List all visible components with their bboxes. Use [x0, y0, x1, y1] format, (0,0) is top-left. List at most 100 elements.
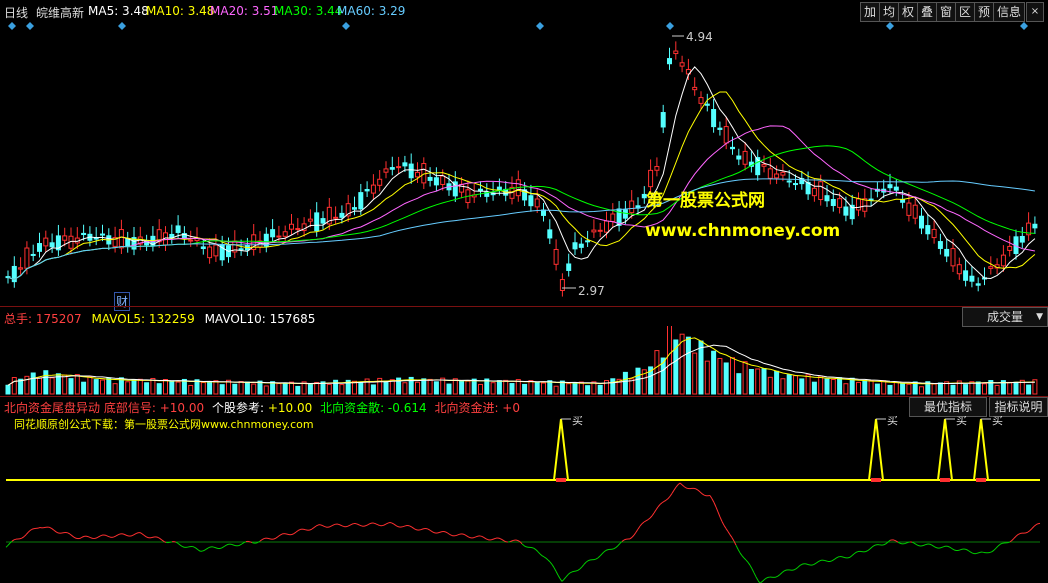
oscillator-segment: [605, 549, 609, 551]
candlestick: [307, 218, 313, 222]
event-diamond-icon: [666, 22, 674, 30]
oscillator-segment: [425, 528, 429, 530]
toolbar-overlay-button[interactable]: 叠: [917, 2, 937, 22]
oscillator-segment: [181, 545, 185, 548]
oscillator-segment: [113, 535, 117, 538]
volume-bar: [767, 376, 773, 395]
candlestick: [906, 202, 912, 216]
oscillator-segment: [293, 531, 297, 534]
oscillator-segment: [531, 547, 535, 549]
oscillator-segment: [1017, 533, 1021, 536]
indicator-selector[interactable]: 成交量 ▼: [962, 307, 1048, 327]
oscillator-segment: [997, 543, 1001, 547]
buy-signal-marker: [940, 478, 950, 482]
oscillator-segment: [465, 535, 469, 538]
volume-bar: [736, 373, 742, 395]
oscillator-segment: [439, 531, 443, 533]
toolbar-close-button[interactable]: ×: [1026, 2, 1044, 22]
volume-bar: [421, 378, 427, 395]
oscillator-segment: [813, 562, 817, 565]
candlestick: [534, 198, 540, 208]
oscillator-segment: [447, 532, 451, 536]
financial-report-marker[interactable]: 财: [114, 292, 131, 311]
volume-bar: [175, 381, 181, 395]
price-chart[interactable]: [0, 22, 1048, 306]
oscillator-segment: [463, 533, 467, 536]
total-volume-value: 175207: [35, 312, 82, 326]
oscillator-segment: [597, 555, 601, 559]
oscillator-segment: [677, 482, 681, 486]
oscillator-segment: [259, 539, 263, 542]
toolbar-rights-button[interactable]: 权: [898, 2, 918, 22]
oscillator-segment: [13, 538, 17, 541]
stock-name: 皖维高新: [36, 6, 85, 20]
oscillator-segment: [521, 543, 525, 547]
oscillator-segment: [761, 579, 765, 583]
oscillator-segment: [491, 538, 495, 541]
oscillator-segment: [71, 535, 75, 538]
candlestick: [427, 176, 433, 181]
oscillator-segment: [853, 551, 857, 555]
oscillator-segment: [497, 537, 501, 539]
oscillator-segment: [975, 552, 979, 555]
volume-bar: [131, 379, 137, 395]
volume-bar: [389, 379, 395, 395]
toolbar-range-button[interactable]: 区: [955, 2, 975, 22]
toolbar-window-button[interactable]: 窗: [936, 2, 956, 22]
candlestick: [742, 150, 748, 165]
toolbar-forecast-button[interactable]: 预: [974, 2, 994, 22]
candlestick: [339, 212, 345, 218]
oscillator-segment: [485, 538, 489, 541]
candlestick: [912, 204, 918, 219]
oscillator-segment: [205, 547, 209, 550]
oscillator-segment: [701, 493, 705, 496]
oscillator-segment: [965, 548, 969, 551]
candlestick: [295, 228, 301, 231]
oscillator-segment: [629, 536, 633, 540]
oscillator-segment: [97, 535, 101, 538]
oscillator-segment: [311, 527, 315, 530]
low-price-label: 2.97: [578, 284, 605, 298]
oscillator-segment: [641, 521, 645, 525]
volume-bar: [522, 383, 528, 395]
candlestick: [377, 178, 383, 186]
toolbar-add-button[interactable]: 加: [860, 2, 880, 22]
oscillator-segment: [267, 537, 271, 540]
oscillator-segment: [579, 566, 583, 570]
candlestick: [793, 183, 798, 186]
candlestick: [830, 199, 836, 207]
oscillator-segment: [583, 561, 587, 565]
best-indicator-button[interactable]: 最优指标: [909, 397, 987, 417]
oscillator-segment: [145, 536, 149, 539]
candlestick: [1000, 254, 1006, 267]
volume-chart[interactable]: [0, 326, 1048, 396]
indicator-chart[interactable]: 买买买买: [0, 416, 1048, 583]
oscillator-segment: [315, 524, 319, 527]
oscillator-segment: [51, 528, 55, 531]
volume-bar: [730, 357, 735, 395]
oscillator-segment: [349, 523, 353, 526]
oscillator-segment: [695, 488, 699, 491]
oscillator-segment: [381, 524, 385, 527]
indicator-help-button[interactable]: 指标说明: [989, 397, 1048, 417]
oscillator-segment: [25, 532, 29, 536]
volume-bar: [698, 340, 704, 395]
volume-bar: [906, 383, 912, 395]
oscillator-segment: [357, 523, 361, 526]
candlestick: [704, 103, 710, 106]
period-label[interactable]: 日线: [4, 4, 28, 21]
oscillator-segment: [337, 523, 341, 526]
oscillator-segment: [871, 545, 875, 548]
volume-bar: [81, 381, 87, 395]
oscillator-segment: [747, 562, 751, 566]
volume-bar: [635, 367, 641, 395]
oscillator-segment: [501, 539, 505, 542]
buy-signal-spike: [937, 418, 953, 481]
candlestick: [396, 166, 402, 169]
candlestick: [238, 248, 244, 251]
volume-bar: [931, 383, 937, 395]
toolbar-info-button[interactable]: 信息: [993, 2, 1025, 22]
candlestick: [43, 237, 49, 247]
oscillator-segment: [617, 543, 621, 546]
toolbar-ma-button[interactable]: 均: [879, 2, 899, 22]
